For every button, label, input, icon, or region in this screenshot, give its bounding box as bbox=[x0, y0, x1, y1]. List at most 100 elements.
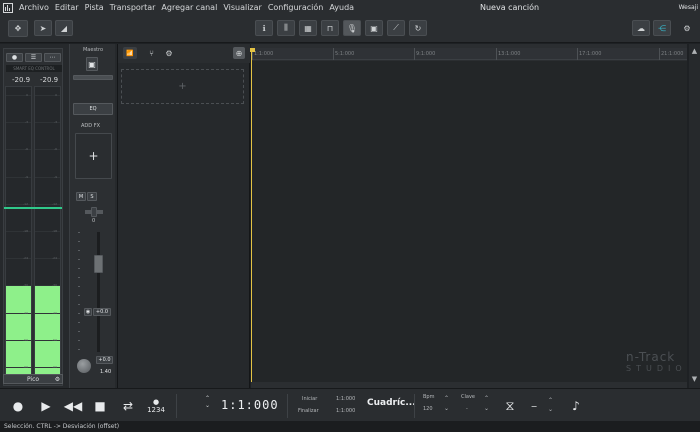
volume-fader-track[interactable] bbox=[97, 232, 100, 352]
mixer-view-button[interactable]: ⫼ bbox=[277, 20, 295, 36]
pan-handle[interactable] bbox=[91, 207, 97, 217]
lock-icon: ◉ bbox=[85, 309, 91, 315]
pan-value-text: +0.0 bbox=[98, 357, 111, 363]
separator bbox=[176, 394, 177, 418]
list-button[interactable]: ☰ bbox=[25, 53, 42, 62]
master-gain-bar[interactable] bbox=[73, 75, 113, 80]
app-menu-icon[interactable] bbox=[0, 0, 16, 15]
meter-mark: -50 bbox=[52, 338, 57, 342]
end-value[interactable]: 1:1:000 bbox=[336, 408, 355, 414]
meter-mark: -40 bbox=[23, 311, 28, 315]
menu-editar[interactable]: Editar bbox=[52, 0, 82, 15]
loop-edit-button[interactable]: ↻ bbox=[409, 20, 427, 36]
info-button[interactable]: ℹ bbox=[255, 20, 273, 36]
menu-visualizar[interactable]: Visualizar bbox=[220, 0, 265, 15]
key-down-arrow[interactable]: ⌄ bbox=[484, 405, 489, 412]
watermark-line2: STUDIO bbox=[626, 364, 687, 373]
loop-button[interactable]: ⇄ bbox=[118, 396, 138, 416]
pan-knob[interactable] bbox=[77, 359, 91, 373]
solo-button[interactable]: S bbox=[87, 192, 97, 201]
add-icon: ⊕ bbox=[235, 48, 243, 58]
grid-view-button[interactable]: ▦ bbox=[299, 20, 317, 36]
add-track-dropzone[interactable]: + bbox=[121, 69, 244, 104]
position-display[interactable]: 1:1:000 bbox=[221, 398, 279, 412]
rewind-button[interactable]: ◀◀ bbox=[63, 396, 83, 416]
volume-fader-handle[interactable] bbox=[94, 255, 103, 273]
bpm-up-arrow[interactable]: ⌃ bbox=[444, 395, 449, 402]
volume-value[interactable]: +0.0 bbox=[93, 308, 111, 316]
dash-icon: − bbox=[530, 401, 538, 411]
master-name: Maestro bbox=[82, 47, 104, 53]
record-button[interactable]: ● bbox=[8, 396, 28, 416]
metronome-up-arrow[interactable]: ⌃ bbox=[548, 397, 553, 404]
grid-selector[interactable]: Cuadríc... bbox=[367, 398, 416, 408]
scroll-up-arrow[interactable]: ▲ bbox=[690, 46, 699, 56]
menu-transportar[interactable]: Transportar bbox=[107, 0, 159, 15]
key-label: Clave bbox=[461, 394, 475, 400]
stop-button[interactable]: ■ bbox=[90, 396, 110, 416]
fader-scale bbox=[78, 232, 80, 352]
meter-right: 0 -3 -6 -9 -12 -18 -24 -30 -40 -50 -60 bbox=[34, 86, 61, 376]
loop-icon: ⇄ bbox=[122, 399, 134, 413]
collaborate-button[interactable]: ☁ bbox=[632, 20, 650, 36]
bpm-down-arrow[interactable]: ⌄ bbox=[444, 405, 449, 412]
key-value[interactable]: - bbox=[466, 406, 468, 412]
settings-button[interactable]: ⚙ bbox=[679, 20, 695, 36]
scroll-down-arrow[interactable]: ▼ bbox=[690, 374, 699, 384]
fx-route-button[interactable]: ⑂ bbox=[145, 47, 158, 59]
pan-value[interactable]: +0.0 bbox=[96, 356, 113, 364]
metronome-options[interactable]: − bbox=[524, 396, 544, 416]
share-button[interactable]: ⋲ bbox=[653, 20, 671, 36]
eq-label: EQ bbox=[89, 106, 97, 112]
meter-mark: -9 bbox=[54, 175, 57, 179]
volume-lock-button[interactable]: ◉ bbox=[84, 308, 92, 316]
wifi-button[interactable]: 📶 bbox=[123, 47, 137, 59]
piano-button[interactable]: ⊓ bbox=[321, 20, 339, 36]
end-label: Finalizar bbox=[298, 408, 319, 414]
count-in-button[interactable]: ● 1234 bbox=[146, 396, 166, 416]
volume-tool-button[interactable]: ◢ bbox=[55, 20, 73, 36]
track-settings-button[interactable]: ⚙ bbox=[164, 47, 174, 59]
menu-pista[interactable]: Pista bbox=[82, 0, 107, 15]
menu-agregar-canal[interactable]: Agregar canal bbox=[158, 0, 220, 15]
user-name[interactable]: Wesaji bbox=[679, 0, 698, 15]
microphone-button[interactable]: 🎙 bbox=[343, 20, 361, 36]
meter-mark: -24 bbox=[23, 256, 28, 260]
more-button[interactable]: ⋯ bbox=[44, 53, 61, 62]
metronome-button[interactable]: ⧖ bbox=[500, 396, 520, 416]
peak-settings[interactable]: ⚙ bbox=[52, 374, 63, 384]
cloud-icon: ☁ bbox=[637, 23, 645, 33]
record-panel-button[interactable]: ▣ bbox=[365, 20, 383, 36]
menu-ayuda[interactable]: Ayuda bbox=[326, 0, 357, 15]
ruler-mark: 9:1:000 bbox=[414, 48, 435, 60]
level-right: -20.9 bbox=[40, 76, 59, 84]
playhead-cap[interactable] bbox=[250, 48, 255, 52]
key-up-arrow[interactable]: ⌃ bbox=[484, 395, 489, 402]
play-button[interactable]: ▶ bbox=[36, 396, 56, 416]
master-icon-button[interactable]: ▣ bbox=[86, 57, 98, 71]
metronome-down-arrow[interactable]: ⌄ bbox=[548, 406, 553, 413]
vertical-scrollbar[interactable]: ▲ ▼ bbox=[689, 44, 700, 388]
add-track-button[interactable]: ⊕ bbox=[233, 47, 245, 59]
select-tool-button[interactable]: ➤ bbox=[34, 20, 52, 36]
move-tool-button[interactable]: ✥ bbox=[8, 20, 28, 37]
mute-label: M bbox=[78, 193, 84, 200]
timeline-ruler[interactable]: 1:1:000 5:1:000 9:1:000 13:1:000 17:1:00… bbox=[251, 48, 687, 60]
add-fx-slot[interactable]: + bbox=[75, 133, 112, 179]
menu-archivo[interactable]: Archivo bbox=[16, 0, 52, 15]
toolbar: ✥ ➤ ◢ ℹ ⫼ ▦ ⊓ 🎙 ▣ ⟋ ↻ ☁ ⋲ ⚙ bbox=[0, 15, 700, 43]
mute-button[interactable]: M bbox=[76, 192, 86, 201]
start-value[interactable]: 1:1:000 bbox=[336, 396, 355, 402]
menu-configuracion[interactable]: Configuración bbox=[265, 0, 327, 15]
meter-threshold-line[interactable] bbox=[4, 207, 62, 209]
eq-button[interactable]: EQ bbox=[73, 103, 113, 115]
tuner-transport-button[interactable]: ♪ bbox=[566, 396, 586, 416]
bpm-value[interactable]: 120 bbox=[423, 406, 433, 412]
tuner-button[interactable]: ⟋ bbox=[387, 20, 405, 36]
position-nudge[interactable]: ⌃ ⌄ bbox=[205, 395, 210, 409]
transport-bar: ● ▶ ◀◀ ■ ⇄ ● 1234 ⌃ ⌄ 1:1:000 Iniciar 1:1… bbox=[0, 388, 700, 421]
record-arm-button[interactable]: ● bbox=[6, 53, 23, 62]
arrange-canvas[interactable] bbox=[251, 61, 687, 382]
ruler-mark: 13:1:000 bbox=[496, 48, 520, 60]
playhead[interactable] bbox=[250, 48, 255, 382]
